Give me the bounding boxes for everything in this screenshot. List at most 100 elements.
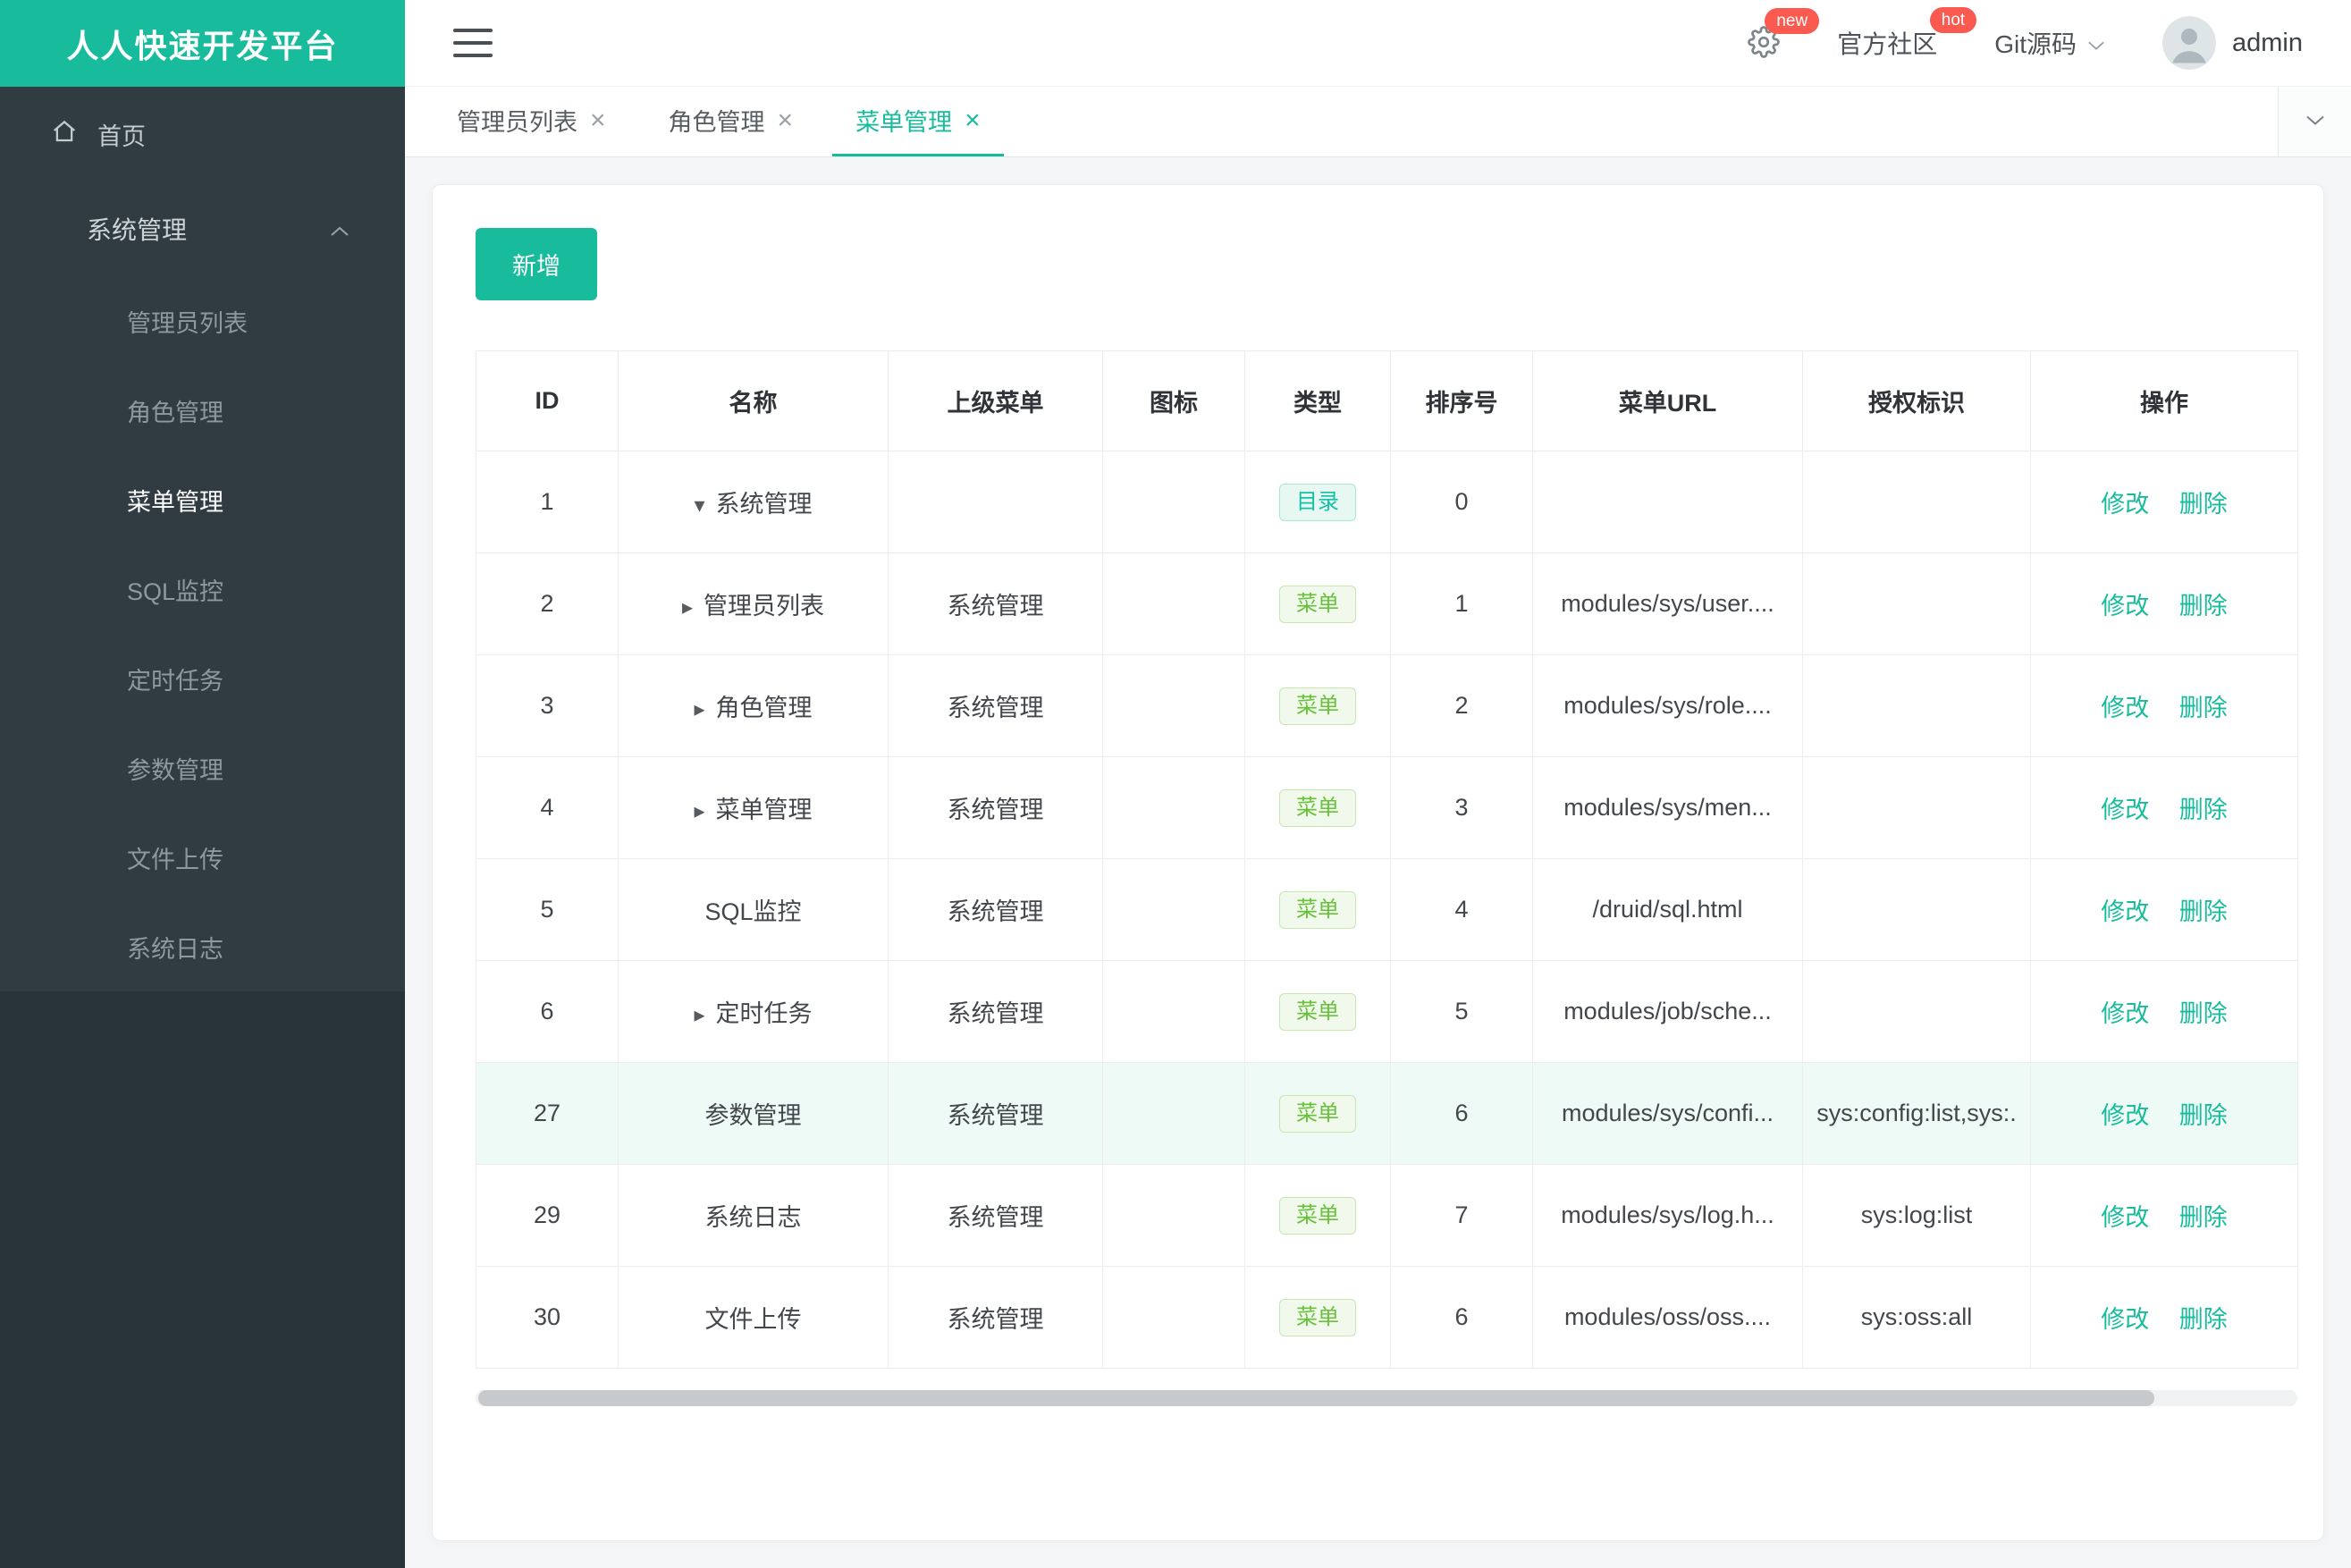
menu-name-label: 角色管理	[715, 695, 813, 721]
edit-link[interactable]: 修改	[2101, 898, 2149, 925]
sidebar-group-system[interactable]: 系统管理	[0, 181, 405, 276]
add-button[interactable]: 新增	[476, 228, 597, 300]
git-source-link[interactable]: Git源码	[1994, 25, 2105, 61]
scrollbar-thumb[interactable]	[478, 1390, 2154, 1406]
edit-link[interactable]: 修改	[2101, 695, 2149, 721]
edit-link[interactable]: 修改	[2101, 1102, 2149, 1129]
cell-id: 1	[476, 451, 619, 553]
cell-perms	[1802, 858, 2031, 961]
edit-link[interactable]: 修改	[2101, 1306, 2149, 1333]
close-icon[interactable]	[590, 107, 606, 134]
delete-link[interactable]: 删除	[2179, 491, 2228, 518]
menu-name-label: 系统管理	[715, 491, 813, 518]
tab-admin-list[interactable]: 管理员列表	[434, 87, 629, 156]
menu-name-label: 定时任务	[715, 1000, 813, 1027]
cell-menu-url: modules/sys/log.h...	[1532, 1164, 1803, 1267]
edit-link[interactable]: 修改	[2101, 797, 2149, 823]
expand-caret-icon[interactable]	[694, 493, 704, 518]
cell-perms	[1802, 451, 2031, 553]
cell-icon	[1102, 451, 1245, 553]
edit-link[interactable]: 修改	[2101, 491, 2149, 518]
sidebar-item-log[interactable]: 系统日志	[0, 902, 405, 991]
delete-link[interactable]: 删除	[2179, 898, 2228, 925]
cell-actions: 修改 删除	[2030, 451, 2298, 553]
edit-link[interactable]: 修改	[2101, 593, 2149, 620]
table-row: 3 角色管理 系统管理 菜单 2 modules/sys/role.... 修改…	[476, 654, 2298, 757]
tabbar-tabs: 管理员列表 角色管理 菜单管理	[405, 87, 1020, 156]
settings-button[interactable]: new	[1748, 7, 1820, 61]
cell-parent-menu: 系统管理	[888, 552, 1103, 655]
cell-icon	[1102, 756, 1245, 859]
cell-type: 菜单	[1244, 1266, 1391, 1369]
cell-type: 菜单	[1244, 1164, 1391, 1267]
expand-caret-icon[interactable]	[694, 1002, 704, 1028]
user-menu[interactable]: admin	[2162, 16, 2303, 70]
cell-name: 系统日志	[618, 1164, 889, 1267]
edit-link[interactable]: 修改	[2101, 1204, 2149, 1231]
sidebar-item-home[interactable]: 首页	[0, 87, 405, 181]
delete-link[interactable]: 删除	[2179, 1102, 2228, 1129]
horizontal-scrollbar[interactable]	[476, 1390, 2297, 1406]
sidebar-item-job[interactable]: 定时任务	[0, 634, 405, 723]
type-badge: 目录	[1279, 483, 1356, 521]
sidebar: 人人快速开发平台 首页 系统管理 管理员列表 角色管理 菜单管理 SQL监控 定…	[0, 0, 405, 1568]
tab-label: 角色管理	[668, 109, 765, 136]
sidebar-item-config[interactable]: 参数管理	[0, 723, 405, 813]
expand-caret-icon[interactable]	[694, 798, 704, 824]
close-icon[interactable]	[965, 107, 981, 134]
sidebar-item-sql[interactable]: SQL监控	[0, 544, 405, 634]
type-badge: 菜单	[1279, 1196, 1356, 1235]
sidebar-item-label: 菜单管理	[127, 488, 223, 516]
cell-icon	[1102, 1266, 1245, 1369]
hamburger-menu-button[interactable]	[453, 29, 493, 57]
delete-link[interactable]: 删除	[2179, 1000, 2228, 1027]
cell-parent-menu: 系统管理	[888, 960, 1103, 1063]
sidebar-item-oss[interactable]: 文件上传	[0, 813, 405, 902]
cell-menu-url: modules/sys/confi...	[1532, 1062, 1803, 1165]
community-link[interactable]: 官方社区 hot	[1837, 7, 1977, 61]
delete-link[interactable]: 删除	[2179, 797, 2228, 823]
cell-menu-url	[1532, 451, 1803, 553]
sidebar-item-label: 文件上传	[127, 846, 223, 873]
cell-icon	[1102, 552, 1245, 655]
close-icon[interactable]	[778, 107, 794, 134]
cell-actions: 修改 删除	[2030, 1164, 2298, 1267]
sidebar-item-menu[interactable]: 菜单管理	[0, 455, 405, 544]
delete-link[interactable]: 删除	[2179, 593, 2228, 620]
sidebar-item-role[interactable]: 角色管理	[0, 366, 405, 455]
menu-name-label: SQL监控	[704, 898, 802, 925]
delete-link[interactable]: 删除	[2179, 1204, 2228, 1231]
tabs-dropdown-button[interactable]	[2278, 87, 2351, 156]
delete-link[interactable]: 删除	[2179, 695, 2228, 721]
cell-parent-menu: 系统管理	[888, 1164, 1103, 1267]
cell-actions: 修改 删除	[2030, 654, 2298, 757]
content-area: 新增 ID名称上级菜单图标类型排序号菜单URL授权标识操作 1 系统管理 目录	[405, 157, 2351, 1568]
column-header: 操作	[2030, 350, 2298, 451]
column-header: 上级菜单	[888, 350, 1103, 451]
type-badge: 菜单	[1279, 687, 1356, 725]
cell-type: 菜单	[1244, 1062, 1391, 1165]
cell-id: 2	[476, 552, 619, 655]
git-label: Git源码	[1994, 30, 2077, 58]
menu-table: ID名称上级菜单图标类型排序号菜单URL授权标识操作 1 系统管理 目录 0 修…	[476, 350, 2298, 1369]
column-header: 排序号	[1390, 350, 1533, 451]
expand-caret-icon[interactable]	[682, 594, 693, 620]
cell-order: 6	[1390, 1266, 1533, 1369]
tab-role[interactable]: 角色管理	[645, 87, 817, 156]
new-badge: new	[1765, 7, 1820, 34]
cell-order: 6	[1390, 1062, 1533, 1165]
brand-title: 人人快速开发平台	[0, 0, 405, 87]
cell-id: 30	[476, 1266, 619, 1369]
edit-link[interactable]: 修改	[2101, 1000, 2149, 1027]
expand-caret-icon[interactable]	[694, 696, 704, 722]
menu-name-label: 管理员列表	[704, 593, 825, 620]
tab-menu[interactable]: 菜单管理	[832, 87, 1004, 156]
sidebar-item-label: 参数管理	[127, 756, 223, 784]
cell-icon	[1102, 654, 1245, 757]
sidebar-item-admin-list[interactable]: 管理员列表	[0, 276, 405, 366]
delete-link[interactable]: 删除	[2179, 1306, 2228, 1333]
cell-id: 29	[476, 1164, 619, 1267]
content-card: 新增 ID名称上级菜单图标类型排序号菜单URL授权标识操作 1 系统管理 目录	[432, 184, 2324, 1541]
table-row: 4 菜单管理 系统管理 菜单 3 modules/sys/men... 修改 删…	[476, 756, 2298, 859]
cell-order: 3	[1390, 756, 1533, 859]
